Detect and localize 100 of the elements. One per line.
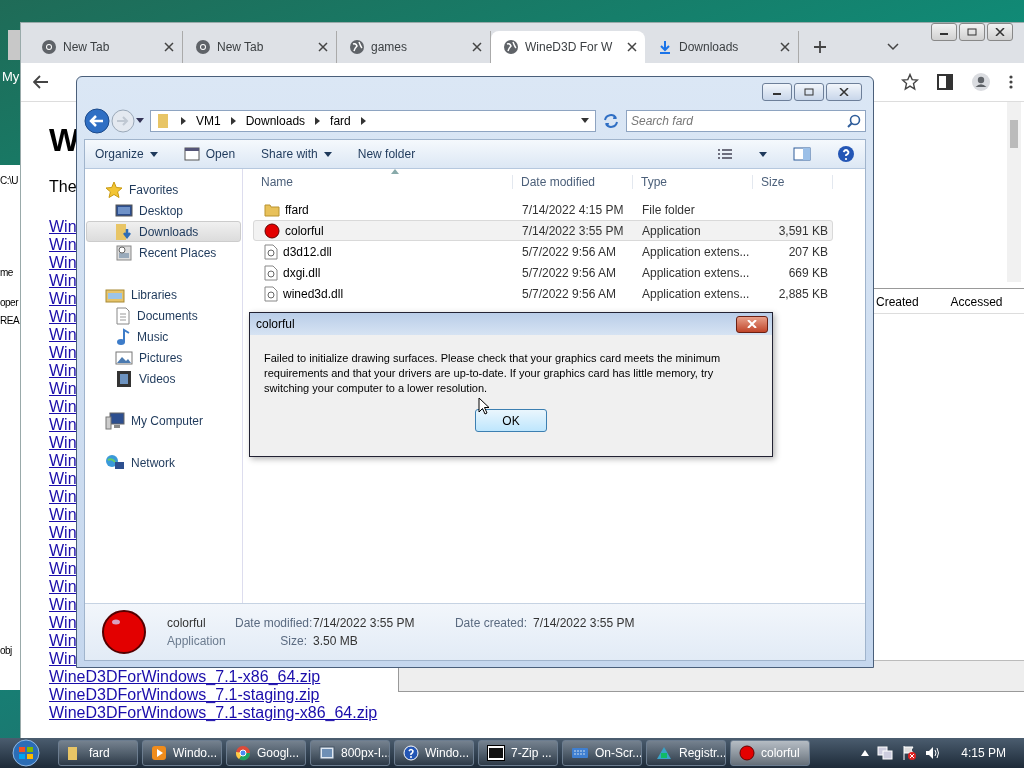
taskbar-button[interactable]: fard <box>58 740 138 766</box>
download-link[interactable]: Win <box>49 236 77 254</box>
file-row[interactable]: dxgi.dll 5/7/2022 9:56 AM Application extens... 669 KB <box>253 262 833 283</box>
restore-icon <box>967 28 977 36</box>
download-link[interactable]: Win <box>49 326 77 344</box>
search-field[interactable]: Search fard <box>626 110 866 132</box>
taskbar-button[interactable]: 800px-I... <box>310 740 390 766</box>
download-link[interactable]: Win <box>49 380 77 398</box>
file-name: d3d12.dll <box>283 244 332 259</box>
taskbar-button[interactable]: Registr... <box>646 740 726 766</box>
sort-arrow-icon <box>391 169 399 174</box>
nav-item[interactable]: Videos <box>86 368 241 389</box>
column-header[interactable]: Accessed <box>950 295 1024 313</box>
browser-tab[interactable]: Downloads <box>645 31 799 63</box>
download-link[interactable]: Win <box>49 254 77 272</box>
nav-item[interactable]: Music <box>86 326 241 347</box>
size-cell-text: 207 KB <box>787 244 829 259</box>
toolbar-button[interactable]: Open <box>183 147 236 161</box>
taskbar-button[interactable]: Windo... <box>142 740 222 766</box>
taskbar-button[interactable]: On-Scr... <box>562 740 642 766</box>
download-link[interactable]: Win <box>49 596 77 614</box>
column-header[interactable]: Created <box>876 295 951 313</box>
file-row[interactable]: d3d12.dll 5/7/2022 9:56 AM Application extens... 207 KB <box>253 241 833 262</box>
column-header[interactable]: Size <box>753 175 833 189</box>
download-link[interactable]: Win <box>49 578 77 596</box>
nav-item[interactable]: My Computer <box>86 410 241 431</box>
download-link[interactable]: Win <box>49 470 77 488</box>
download-link[interactable]: Win <box>49 434 77 452</box>
download-link[interactable]: WineD3DForWindows_7.1-staging.zip <box>49 686 320 704</box>
minimize-button[interactable] <box>762 83 792 101</box>
breadcrumb-item[interactable]: Downloads <box>245 114 306 128</box>
download-link[interactable]: Win <box>49 218 77 236</box>
download-link[interactable]: Win <box>49 452 77 470</box>
download-link[interactable]: Win <box>49 290 77 308</box>
download-link[interactable]: WineD3DForWindows_7.1-x86_64.zip <box>49 668 321 686</box>
toolbar-menu[interactable]: Share with <box>261 147 332 161</box>
download-link[interactable]: Win <box>49 416 77 434</box>
download-link[interactable]: Win <box>49 344 77 362</box>
breadcrumb-item[interactable]: fard <box>330 114 351 128</box>
nav-item[interactable]: Documents <box>86 305 241 326</box>
address-bar[interactable]: VM1 Downloads fard <box>150 110 596 132</box>
download-link[interactable]: Win <box>49 506 77 524</box>
column-header[interactable]: Name <box>253 175 513 189</box>
file-name: wined3d.dll <box>283 286 344 301</box>
column-header[interactable]: Date modified <box>513 175 633 189</box>
chevron-down-icon <box>887 43 899 51</box>
nav-item[interactable]: Desktop <box>86 200 241 221</box>
file-row[interactable]: wined3d.dll 5/7/2022 9:56 AM Application extens... 2,885 KB <box>253 283 833 304</box>
back-button[interactable] <box>84 108 110 134</box>
download-link[interactable]: Win <box>49 632 77 650</box>
nav-item[interactable]: Favorites <box>86 179 241 200</box>
nav-item[interactable]: Pictures <box>86 347 241 368</box>
dropdown-caret-icon <box>581 118 589 124</box>
browser-tab[interactable]: games <box>337 31 491 63</box>
breadcrumb-item[interactable]: VM1 <box>196 114 221 128</box>
taskbar-button[interactable]: 7-Zip ... <box>478 740 558 766</box>
download-link[interactable]: Win <box>49 614 77 632</box>
download-link[interactable]: Win <box>49 488 77 506</box>
nav-item[interactable]: Libraries <box>86 284 241 305</box>
nav-item[interactable]: Downloads <box>86 221 241 242</box>
download-link[interactable]: Win <box>49 524 77 542</box>
help-icon <box>837 145 855 163</box>
browser-tab[interactable]: WineD3D For W <box>491 31 645 63</box>
side-panel-icon <box>937 74 953 90</box>
browser-tab[interactable]: New Tab <box>183 31 337 63</box>
download-link[interactable]: Win <box>49 272 77 290</box>
download-link[interactable]: Win <box>49 362 77 380</box>
minimize-button[interactable] <box>931 23 957 41</box>
file-row[interactable]: colorful 7/14/2022 3:55 PM Application 3,591 KB <box>253 220 833 241</box>
nav-item[interactable]: Network <box>86 452 241 473</box>
error-message: Failed to initialize drawing surfaces. Please check that your graphics card meets the minimum requirements and that your drivers are up-to-date. If your graphics card has little memory, try switching your computer to a lower resolution. <box>264 351 722 396</box>
download-link[interactable]: Win <box>49 650 77 668</box>
taskbar-button[interactable]: Windo... <box>394 740 474 766</box>
tray-arrow-icon <box>861 750 870 756</box>
column-header[interactable]: Type <box>633 175 753 189</box>
date-cell-text: 7/14/2022 4:15 PM <box>521 202 625 217</box>
nav-item[interactable]: Recent Places <box>86 242 241 263</box>
close-button[interactable] <box>826 83 862 101</box>
type-cell-text: Application extens... <box>641 244 751 259</box>
network-icon <box>877 745 894 761</box>
download-link[interactable]: Win <box>49 542 77 560</box>
close-button[interactable] <box>736 315 768 333</box>
download-link[interactable]: WineD3DForWindows_7.1-staging-x86_64.zip <box>49 704 378 722</box>
maximize-button[interactable] <box>794 83 824 101</box>
toolbar-button[interactable]: New folder <box>357 147 416 161</box>
download-link[interactable]: Win <box>49 308 77 326</box>
browser-tab[interactable]: New Tab <box>29 31 183 63</box>
download-link[interactable]: Win <box>49 560 77 578</box>
type-cell-text: File folder <box>641 202 696 217</box>
scrollbar[interactable] <box>1007 102 1021 282</box>
cursor-icon <box>478 397 490 415</box>
dropdown-caret-icon <box>149 151 158 157</box>
close-button[interactable] <box>987 23 1013 41</box>
download-link[interactable]: Win <box>49 398 77 416</box>
toolbar-menu[interactable]: Organize <box>95 147 158 161</box>
ok-button[interactable]: OK <box>475 409 547 432</box>
taskbar-button[interactable]: Googl... <box>226 740 306 766</box>
file-row[interactable]: ffard 7/14/2022 4:15 PM File folder <box>253 199 833 220</box>
help-icon <box>403 745 419 761</box>
file-name: colorful <box>285 223 324 238</box>
